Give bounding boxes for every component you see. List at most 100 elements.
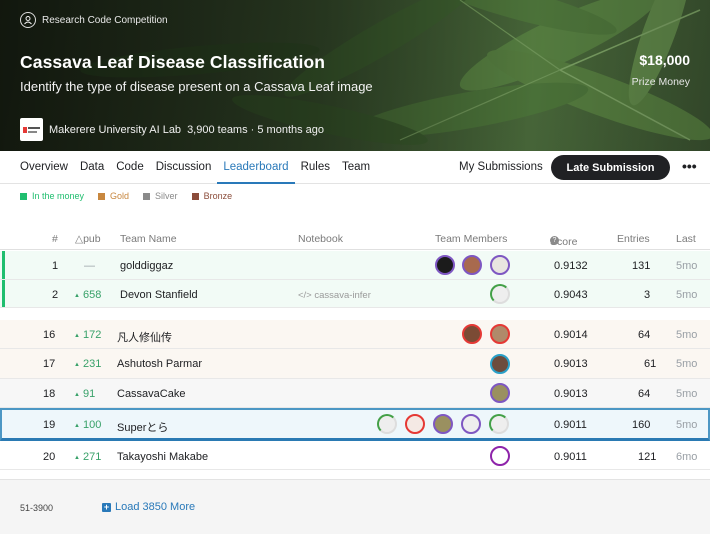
- load-more-label[interactable]: Load 3850 More: [115, 501, 195, 513]
- member-avatar[interactable]: [490, 255, 510, 275]
- legend-gold: Gold: [98, 191, 129, 201]
- last-submission: 5mo: [676, 388, 698, 400]
- entries: 64: [638, 329, 651, 341]
- team-name[interactable]: CassavaCake: [117, 388, 185, 400]
- tab-rules[interactable]: Rules: [295, 151, 336, 184]
- tab-code[interactable]: Code: [110, 151, 150, 184]
- leaderboard-footer: 51-3900 + Load 3850 More: [0, 479, 710, 534]
- rank: 17: [43, 358, 56, 370]
- col-last: Last: [676, 233, 696, 245]
- list-spacer: [0, 470, 710, 479]
- host-meta: 3,900 teams · 5 months ago: [187, 123, 325, 136]
- competition-subtitle: Identify the type of disease present on …: [20, 79, 373, 94]
- col-delta[interactable]: △pub: [75, 233, 101, 245]
- host-info: Makerere University AI Lab 3,900 teams ·…: [20, 118, 324, 141]
- score: 0.9132: [554, 260, 588, 272]
- entries: 160: [632, 419, 651, 431]
- competition-title: Cassava Leaf Disease Classification: [20, 52, 326, 72]
- entries: 61: [644, 358, 657, 370]
- prize-amount: $18,000: [639, 52, 690, 68]
- col-rank[interactable]: #: [52, 233, 58, 245]
- member-avatar[interactable]: [462, 255, 482, 275]
- late-submission-button[interactable]: Late Submission: [551, 155, 670, 180]
- table-row[interactable]: 16 172 凡人修仙传 0.9014 64 5mo: [0, 320, 710, 349]
- team-name[interactable]: 凡人修仙传: [117, 329, 172, 345]
- more-options-icon[interactable]: •••: [682, 151, 697, 181]
- col-entries: Entries: [617, 233, 650, 245]
- team-name[interactable]: Ashutosh Parmar: [117, 358, 202, 370]
- delta: 271: [74, 451, 101, 463]
- leaderboard-header: # △pub Team Name Notebook Team Members S…: [0, 230, 710, 250]
- delta: 172: [74, 329, 101, 341]
- member-avatar[interactable]: [461, 414, 481, 434]
- delta: 658: [74, 289, 101, 301]
- member-avatar[interactable]: [489, 414, 509, 434]
- competition-type-label: Research Code Competition: [42, 14, 168, 26]
- col-members: Team Members: [435, 233, 508, 245]
- table-row[interactable]: 1 — golddiggaz 0.9132 131 5mo: [0, 251, 710, 280]
- load-more-button[interactable]: + Load 3850 More: [102, 501, 195, 513]
- score: 0.9013: [554, 358, 588, 370]
- last-submission: 6mo: [676, 451, 698, 463]
- rank: 19: [43, 419, 56, 431]
- member-avatar[interactable]: [490, 446, 510, 466]
- table-row[interactable]: 2 658 Devon Stanfield </> cassava-infer …: [0, 280, 710, 308]
- notebook-link[interactable]: </> cassava-infer: [298, 290, 371, 301]
- entries: 121: [638, 451, 657, 463]
- entries: 131: [632, 260, 651, 272]
- rank: 2: [52, 289, 59, 301]
- member-avatar[interactable]: [433, 414, 453, 434]
- member-avatar[interactable]: [490, 354, 510, 374]
- table-row[interactable]: 18 91 CassavaCake 0.9013 64 5mo: [0, 379, 710, 408]
- tab-leaderboard[interactable]: Leaderboard: [217, 151, 295, 184]
- delta: 100: [74, 419, 101, 431]
- score: 0.9013: [554, 388, 588, 400]
- legend-bronze: Bronze: [191, 191, 232, 201]
- col-notebook: Notebook: [298, 233, 343, 245]
- member-avatar[interactable]: [462, 324, 482, 344]
- team-name[interactable]: golddiggaz: [120, 260, 173, 272]
- team-name[interactable]: Superとら: [117, 419, 168, 435]
- team-name[interactable]: Devon Stanfield: [120, 289, 198, 301]
- host-logo[interactable]: [20, 118, 43, 141]
- last-submission: 5mo: [676, 289, 698, 301]
- rank: 16: [43, 329, 56, 341]
- delta: 231: [74, 358, 101, 370]
- table-row[interactable]: 20 271 Takayoshi Makabe 0.9011 121 6mo: [0, 442, 710, 470]
- help-icon[interactable]: ?: [550, 236, 559, 245]
- team-name[interactable]: Takayoshi Makabe: [117, 451, 208, 463]
- my-submissions-link[interactable]: My Submissions: [459, 151, 543, 184]
- member-avatar[interactable]: [435, 255, 455, 275]
- tab-team[interactable]: Team: [336, 151, 376, 184]
- score: 0.9011: [554, 419, 587, 431]
- tab-overview[interactable]: Overview: [14, 151, 74, 184]
- member-avatar[interactable]: [405, 414, 425, 434]
- member-avatar[interactable]: [490, 284, 510, 304]
- last-submission: 5mo: [676, 358, 698, 370]
- research-icon: [20, 12, 36, 28]
- rank-range: 51-3900: [20, 503, 54, 513]
- last-submission: 5mo: [676, 329, 698, 341]
- member-avatar[interactable]: [490, 383, 510, 403]
- score: 0.9011: [554, 451, 587, 463]
- entries: 64: [638, 388, 651, 400]
- delta: —: [84, 260, 95, 272]
- host-name[interactable]: Makerere University AI Lab: [49, 124, 181, 136]
- competition-type: Research Code Competition: [20, 12, 168, 28]
- entries: 3: [644, 289, 651, 301]
- rank: 20: [43, 451, 56, 463]
- tab-discussion[interactable]: Discussion: [150, 151, 218, 184]
- competition-header: Research Code Competition Cassava Leaf D…: [0, 0, 710, 151]
- score: 0.9043: [554, 289, 588, 301]
- table-row-current-team[interactable]: 19 100 Superとら 0.9011 160 5mo: [0, 408, 710, 441]
- rank: 18: [43, 388, 56, 400]
- last-submission: 5mo: [676, 260, 698, 272]
- member-avatar[interactable]: [490, 324, 510, 344]
- member-avatar[interactable]: [377, 414, 397, 434]
- rank: 1: [52, 260, 59, 272]
- last-submission: 5mo: [676, 419, 698, 431]
- legend-silver: Silver: [143, 191, 178, 201]
- tab-data[interactable]: Data: [74, 151, 110, 184]
- table-row[interactable]: 17 231 Ashutosh Parmar 0.9013 61 5mo: [0, 349, 710, 379]
- delta: 91: [74, 388, 95, 400]
